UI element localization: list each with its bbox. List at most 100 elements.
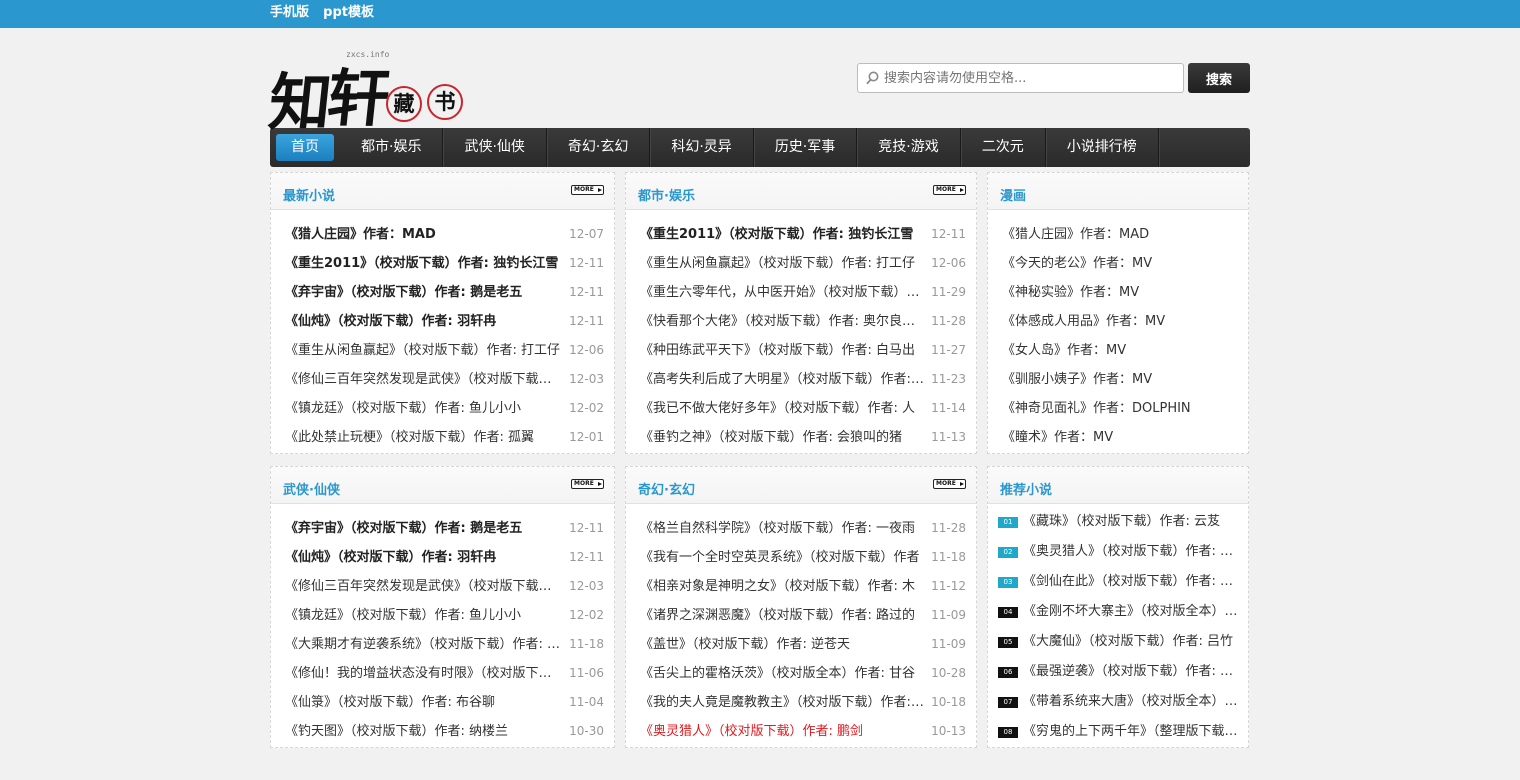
nav-ranking[interactable]: 小说排行榜 (1046, 128, 1159, 167)
book-link[interactable]: 《金刚不坏大寨主》（校对版全本）作者: 郭子 (1023, 597, 1240, 627)
book-link[interactable]: 《快看那个大佬》（校对版下载）作者: 奥尔良烤鲟鱼 (640, 307, 924, 336)
rank-badge: 03 (998, 576, 1018, 588)
book-link[interactable]: 《舌尖上的霍格沃茨》（校对版全本）作者: 甘谷 (640, 659, 924, 688)
post-date: 11-28 (931, 314, 966, 328)
book-link[interactable]: 《今天的老公》作者：MV (1002, 249, 1238, 278)
ppt-template-link[interactable]: ppt模板 (323, 5, 374, 20)
book-link[interactable]: 《重生2011》（校对版下载）作者: 独钓长江雪 (285, 249, 562, 278)
book-link[interactable]: 《诸界之深渊恶魔》（校对版下载）作者: 路过的 (640, 601, 924, 630)
book-link[interactable]: 《垂钓之神》（校对版下载）作者: 会狼叫的猪 (640, 423, 924, 452)
section-title[interactable]: 最新小说 (283, 185, 335, 204)
list-item: 《弃宇宙》（校对版下载）作者: 鹅是老五 12-11 (271, 514, 614, 543)
book-link[interactable]: 《最强逆袭》（校对版下载）作者: 乌龙 (1023, 657, 1240, 687)
more-button[interactable]: MORE (571, 185, 604, 195)
list-item: 《快看那个大佬》（校对版下载）作者: 奥尔良烤鲟鱼 11-28 (626, 307, 976, 336)
book-link[interactable]: 《驯服小姨子》作者：MV (1002, 365, 1238, 394)
post-date: 12-03 (569, 372, 604, 386)
section-header: 漫画 (988, 173, 1248, 210)
book-link[interactable]: 《带着系统来大唐》（校对版全本）作者: 小 (1023, 687, 1240, 717)
book-link[interactable]: 《修仙三百年突然发现是武侠》（校对版下载）作者: 行者 (285, 572, 562, 601)
section-header: 都市·娱乐 MORE (626, 173, 976, 210)
post-date: 12-11 (569, 550, 604, 564)
nav-gaming[interactable]: 竞技·游戏 (857, 128, 961, 167)
book-link[interactable]: 《此处禁止玩梗》（校对版下载）作者: 孤翼 (285, 423, 562, 452)
section-title[interactable]: 武侠·仙侠 (283, 479, 340, 498)
book-link[interactable]: 《重生2011》（校对版下载）作者: 独钓长江雪 (640, 220, 924, 249)
book-link[interactable]: 《猎人庄园》作者：MAD (285, 220, 562, 249)
book-link[interactable]: 《瞳术》作者：MV (1002, 423, 1238, 452)
search-input[interactable] (858, 64, 1183, 92)
book-link[interactable]: 《修仙！我的增益状态没有时限》（校对版下载）作者 (285, 659, 562, 688)
book-link[interactable]: 《修仙三百年突然发现是武侠》（校对版下载）作者: 行者 (285, 365, 562, 394)
book-link[interactable]: 《格兰自然科学院》（校对版下载）作者: 一夜雨 (640, 514, 924, 543)
book-link[interactable]: 《大魔仙》（校对版下载）作者: 吕竹 (1023, 627, 1240, 657)
search-button[interactable]: 搜索 (1188, 63, 1250, 93)
section-box: 漫画《猎人庄园》作者：MAD 《今天的老公》作者：MV 《神秘实验》作者：MV 《体感… (987, 172, 1249, 454)
book-link[interactable]: 《高考失利后成了大明星》（校对版下载）作者: 木子 (640, 365, 924, 394)
post-date: 11-06 (569, 666, 604, 680)
book-link[interactable]: 《盖世》（校对版下载）作者: 逆苍天 (640, 630, 924, 659)
nav-history[interactable]: 历史·军事 (754, 128, 858, 167)
nav-acg[interactable]: 二次元 (961, 128, 1046, 167)
section-title[interactable]: 漫画 (1000, 185, 1026, 204)
book-link[interactable]: 《剑仙在此》（校对版下载）作者: 乱世狂刀 (1023, 567, 1240, 597)
more-button[interactable]: MORE (933, 479, 966, 489)
nav-wuxia[interactable]: 武侠·仙侠 (443, 128, 547, 167)
more-button[interactable]: MORE (571, 479, 604, 489)
site-logo[interactable]: 知 轩 zxcs.info 藏 书 (266, 48, 470, 139)
post-date: 10-28 (931, 666, 966, 680)
post-date: 12-11 (931, 227, 966, 241)
book-link[interactable]: 《仙炖》（校对版下载）作者: 羽轩冉 (285, 543, 562, 572)
book-link[interactable]: 《重生六零年代，从中医开始》（校对版下载）作者 (640, 278, 924, 307)
post-date: 10-18 (931, 695, 966, 709)
list-item: 《修仙三百年突然发现是武侠》（校对版下载）作者: 行者 12-03 (271, 572, 614, 601)
book-link[interactable]: 《我有一个全时空英灵系统》（校对版下载）作者 (640, 543, 924, 572)
book-link[interactable]: 《体感成人用品》作者：MV (1002, 307, 1238, 336)
more-button[interactable]: MORE (933, 185, 966, 195)
section-title[interactable]: 都市·娱乐 (638, 185, 695, 204)
book-link[interactable]: 《相亲对象是神明之女》（校对版下载）作者: 木 (640, 572, 924, 601)
post-date: 11-09 (931, 608, 966, 622)
book-link[interactable]: 《重生从闲鱼赢起》（校对版下载）作者: 打工仔 (285, 336, 562, 365)
list-item: 《相亲对象是神明之女》（校对版下载）作者: 木 11-12 (626, 572, 976, 601)
book-link[interactable]: 《我已不做大佬好多年》（校对版下载）作者: 人 (640, 394, 924, 423)
mobile-version-link[interactable]: 手机版 (270, 5, 309, 20)
book-link[interactable]: 《弃宇宙》（校对版下载）作者: 鹅是老五 (285, 278, 562, 307)
list-item: 《弃宇宙》（校对版下载）作者: 鹅是老五 12-11 (271, 278, 614, 307)
list-item: 《钓天图》（校对版下载）作者: 纳楼兰 10-30 (271, 717, 614, 746)
book-link[interactable]: 《仙炖》（校对版下载）作者: 羽轩冉 (285, 307, 562, 336)
nav-fantasy[interactable]: 奇幻·玄幻 (547, 128, 651, 167)
book-link[interactable]: 《神奇见面礼》作者：DOLPHIN (1002, 394, 1238, 423)
book-list: 《重生2011》（校对版下载）作者: 独钓长江雪 12-11 《重生从闲鱼赢起》（校… (626, 210, 976, 452)
book-link[interactable]: 《女人岛》作者：MV (1002, 336, 1238, 365)
book-list: 《弃宇宙》（校对版下载）作者: 鹅是老五 12-11 《仙炖》（校对版下载）作者: … (271, 504, 614, 746)
book-link[interactable]: 《弃宇宙》（校对版下载）作者: 鹅是老五 (285, 514, 562, 543)
section-header: 奇幻·玄幻 MORE (626, 467, 976, 504)
book-link[interactable]: 《藏珠》（校对版下载）作者: 云芨 (1023, 507, 1240, 537)
nav-scifi[interactable]: 科幻·灵异 (650, 128, 754, 167)
book-link[interactable]: 《神秘实验》作者：MV (1002, 278, 1238, 307)
book-link[interactable]: 《镇龙廷》（校对版下载）作者: 鱼儿小小 (285, 394, 562, 423)
section-title[interactable]: 推荐小说 (1000, 479, 1052, 498)
book-link[interactable]: 《猎人庄园》作者：MAD (1002, 220, 1238, 249)
book-link[interactable]: 《大乘期才有逆袭系统》（校对版下载）作者: 十三 (285, 630, 562, 659)
rank-badge: 06 (998, 666, 1018, 678)
post-date: 12-07 (569, 227, 604, 241)
book-link[interactable]: 《穷鬼的上下两千年》（整理版下载）作者 (1023, 717, 1240, 747)
rank-badge: 05 (998, 636, 1018, 648)
post-date: 12-11 (569, 314, 604, 328)
book-link[interactable]: 《我的夫人竟是魔教教主》（校对版下载）作者: 星 (640, 688, 924, 717)
book-link[interactable]: 《镇龙廷》（校对版下载）作者: 鱼儿小小 (285, 601, 562, 630)
book-link[interactable]: 《种田练武平天下》（校对版下载）作者: 白马出 (640, 336, 924, 365)
book-link[interactable]: 《奥灵猎人》（校对版下载）作者: 鹏剑 (640, 717, 924, 746)
book-link[interactable]: 《奥灵猎人》（校对版下载）作者: 鹏剑 (1023, 537, 1240, 567)
search-icon (866, 71, 879, 85)
book-link[interactable]: 《重生从闲鱼赢起》（校对版下载）作者: 打工仔 (640, 249, 924, 278)
book-link[interactable]: 《钓天图》（校对版下载）作者: 纳楼兰 (285, 717, 562, 746)
post-date: 11-27 (931, 343, 966, 357)
section-title[interactable]: 奇幻·玄幻 (638, 479, 695, 498)
book-link[interactable]: 《仙箓》（校对版下载）作者: 布谷聊 (285, 688, 562, 717)
post-date: 11-18 (569, 637, 604, 651)
main-nav: 首页 都市·娱乐 武侠·仙侠 奇幻·玄幻 科幻·灵异 历史·军事 竞技·游戏 二… (270, 128, 1250, 167)
post-date: 11-14 (931, 401, 966, 415)
